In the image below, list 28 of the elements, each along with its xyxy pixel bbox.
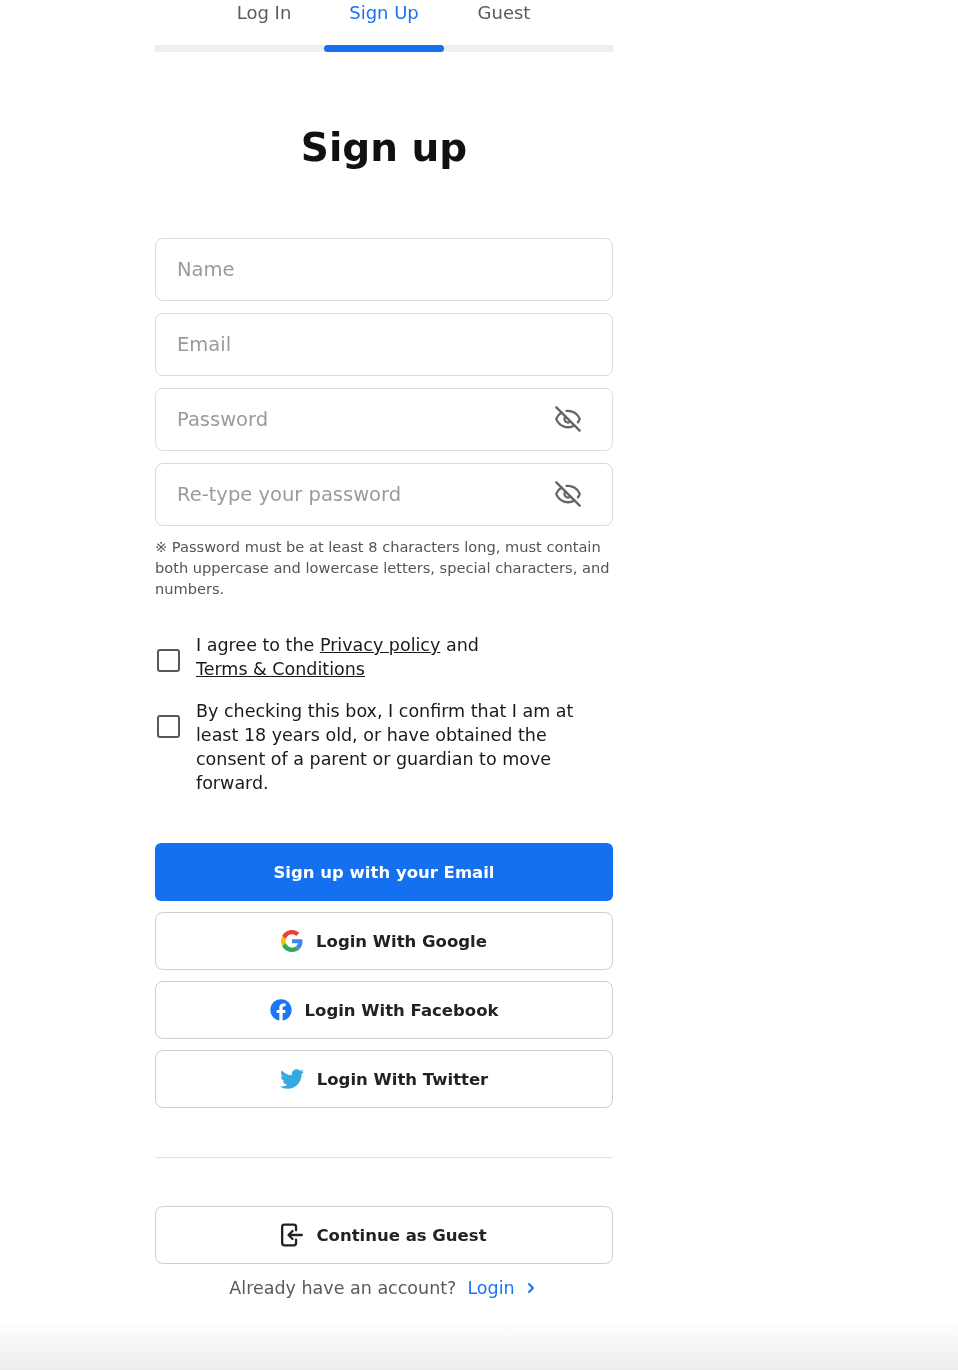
facebook-icon <box>269 999 292 1021</box>
tab[interactable]: Sign Up <box>324 0 444 26</box>
input-field[interactable]: Email <box>155 313 613 376</box>
inline-link[interactable]: Terms & Conditions <box>196 659 365 679</box>
page-title: Sign up <box>299 124 469 172</box>
bird-icon <box>279 1067 304 1091</box>
inline-link[interactable]: Privacy policy <box>319 635 441 655</box>
password-hint: ※ Password must be at least 8 characters long, must contain both uppercase and lowercase letters, special characters, and numbers. <box>155 537 611 599</box>
password-field[interactable]: Re-type your password <box>155 463 613 526</box>
eye-slash-icon[interactable] <box>554 405 582 433</box>
google-icon <box>281 930 304 952</box>
sign-up-button[interactable]: Sign up with your Email <box>155 843 613 901</box>
facebook-login-button[interactable]: Login With Facebook <box>155 981 613 1039</box>
guest-button[interactable]: Continue as Guest <box>155 1206 613 1264</box>
input-field[interactable]: Name <box>155 238 613 301</box>
login-link[interactable]: Login <box>467 1276 539 1300</box>
eye-slash-icon[interactable] <box>554 480 582 508</box>
google-login-button[interactable]: Login With Google <box>155 912 613 970</box>
agreement-text: I agree to the Privacy policy and Terms & Conditions <box>196 634 480 681</box>
checkbox[interactable] <box>157 649 180 672</box>
checkbox[interactable] <box>157 715 180 738</box>
tab[interactable]: Log In <box>204 0 324 26</box>
login-prompt-text: Already have an account? <box>229 1277 457 1300</box>
agreement-text: By checking this box, I confirm that I am at least 18 years old, or have obtained the consent of a parent or guardian to move forward. <box>196 700 575 795</box>
password-field[interactable]: Password <box>155 388 613 451</box>
arrow-into-box-icon <box>281 1223 304 1247</box>
twitter-login-button[interactable]: Login With Twitter <box>155 1050 613 1108</box>
tab[interactable]: Guest <box>444 0 564 26</box>
